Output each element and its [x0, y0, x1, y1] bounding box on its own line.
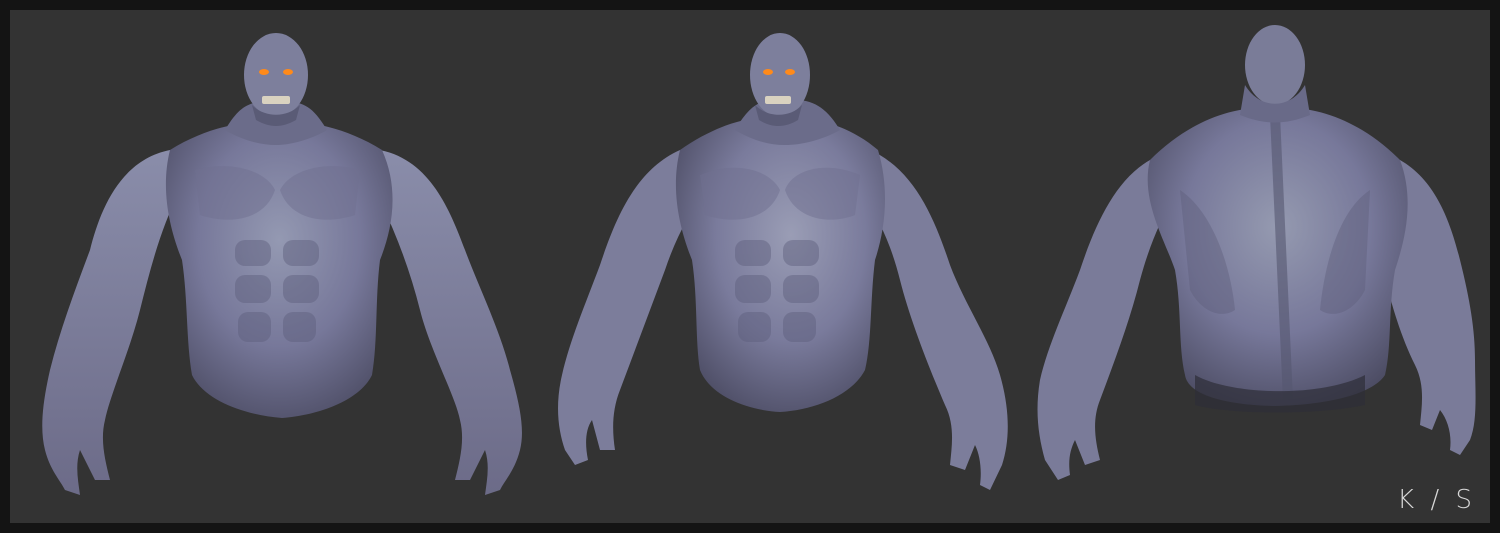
front-view-figure	[20, 10, 540, 523]
artist-signature: K / S	[1397, 485, 1476, 515]
back-view-figure	[1020, 10, 1490, 523]
image-frame: K / S	[0, 0, 1500, 533]
three-quarter-view-figure	[540, 10, 1020, 523]
render-canvas: K / S	[10, 10, 1490, 523]
